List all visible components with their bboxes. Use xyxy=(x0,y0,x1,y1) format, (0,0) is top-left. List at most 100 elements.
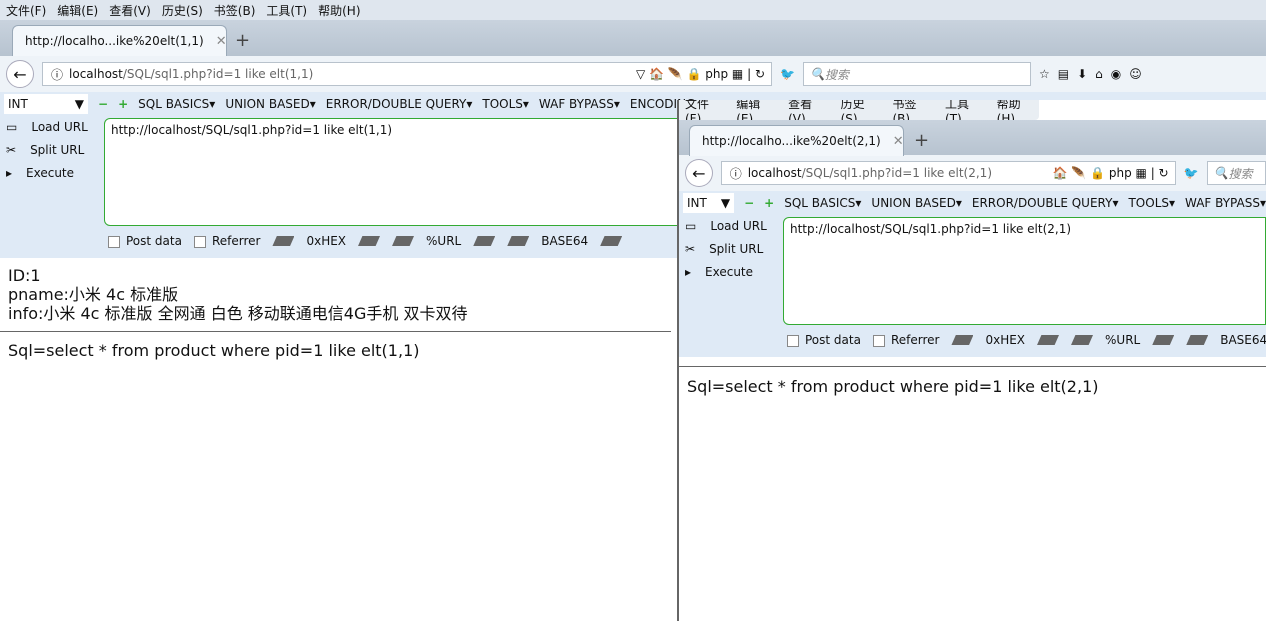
menu-tools[interactable]: TOOLS▾ xyxy=(1128,196,1175,210)
load-url-label: Load URL xyxy=(710,219,767,233)
url-encode-arrow[interactable] xyxy=(473,236,496,246)
back-button[interactable]: ← xyxy=(6,60,34,88)
addon-icon[interactable]: 🐦 xyxy=(1184,166,1199,180)
bookmark-star-icon[interactable]: ☆ xyxy=(1039,67,1050,81)
search-icon: 🔍 xyxy=(1213,166,1229,180)
load-url-button[interactable]: ▭ Load URL xyxy=(6,120,88,134)
execute-label: Execute xyxy=(705,265,754,279)
plus-icon[interactable]: + xyxy=(764,196,774,210)
addon-icon[interactable]: 🐦 xyxy=(780,67,795,81)
globe-icon[interactable]: ◉ xyxy=(1111,67,1121,81)
tab-active[interactable]: http://localho...ike%20elt(1,1) ✕ xyxy=(12,25,227,56)
tab-bar: http://localho...ike%20elt(1,1) ✕ + xyxy=(0,20,1266,56)
addon-icons: 🏠 🪶 🔒 php ▦ | ↻ xyxy=(1052,166,1169,180)
play-icon: ▸ xyxy=(6,166,13,180)
type-select[interactable]: INT ▼ xyxy=(4,94,88,114)
menu-bookmarks[interactable]: 书签(B) xyxy=(214,2,256,19)
b64-decode-arrow[interactable] xyxy=(507,236,530,246)
menu-error-double-query[interactable]: ERROR/DOUBLE QUERY▾ xyxy=(972,196,1119,210)
url-decode-arrow[interactable] xyxy=(392,236,415,246)
hackbar: INT ▼ − + SQL BASICS▾ UNION BASED▾ ERROR/DOU… xyxy=(679,191,1266,357)
menu-waf-bypass[interactable]: WAF BYPASS▾ xyxy=(1185,196,1266,210)
b64-label: BASE64 xyxy=(1220,333,1266,347)
load-url-button[interactable]: ▭ Load URL xyxy=(685,219,767,233)
split-url-label: Split URL xyxy=(709,242,764,256)
menu-help[interactable]: 帮助(H) xyxy=(318,2,360,19)
info-icon: ⓘ xyxy=(51,67,64,82)
url-host: localhost xyxy=(747,166,802,180)
play-icon: ▸ xyxy=(685,265,692,279)
execute-button[interactable]: ▸ Execute xyxy=(685,265,767,279)
menu-file[interactable]: 文件(F) xyxy=(6,2,46,19)
post-data-checkbox[interactable]: Post data xyxy=(787,333,861,347)
menu-sql-basics[interactable]: SQL BASICS▾ xyxy=(784,196,861,210)
menu-bar: 文件(F) 编辑(E) 查看(V) 历史(S) 书签(B) 工具(T) 帮助(H) xyxy=(679,100,1039,126)
url-label: %URL xyxy=(426,234,462,248)
close-icon[interactable]: ✕ xyxy=(893,134,904,149)
search-icon: 🔍 xyxy=(809,67,825,81)
load-url-icon: ▭ xyxy=(685,219,697,233)
menu-error-double-query[interactable]: ERROR/DOUBLE QUERY▾ xyxy=(326,97,473,111)
post-data-checkbox[interactable]: Post data xyxy=(108,234,182,248)
addon-icons: ▽ 🏠 🪶 🔒 php ▦ | ↻ xyxy=(635,67,765,81)
home-icon[interactable]: ⌂ xyxy=(1095,67,1103,81)
menu-tools[interactable]: 工具(T) xyxy=(266,2,307,19)
sql-query-text: Sql=select * from product where pid=1 li… xyxy=(687,377,1099,396)
load-url-label: Load URL xyxy=(31,120,88,134)
search-placeholder: 搜索 xyxy=(824,67,849,82)
hex-encode-arrow[interactable] xyxy=(1037,335,1060,345)
referrer-checkbox[interactable]: Referrer xyxy=(193,234,260,248)
url-encode-arrow[interactable] xyxy=(1152,335,1175,345)
url-bar[interactable]: ⓘ localhost/SQL/sql1.php?id=1 like elt(2,… xyxy=(720,161,1176,185)
post-data-label: Post data xyxy=(126,234,182,248)
menu-edit[interactable]: 编辑(E) xyxy=(57,2,98,19)
hex-decode-arrow[interactable] xyxy=(272,236,295,246)
load-url-icon: ▭ xyxy=(6,120,18,134)
url-label: %URL xyxy=(1105,333,1141,347)
split-url-button[interactable]: ✂ Split URL xyxy=(6,143,88,157)
minus-icon[interactable]: − xyxy=(744,196,754,210)
scissors-icon: ✂ xyxy=(6,143,17,157)
menu-history[interactable]: 历史(S) xyxy=(162,2,203,19)
url-bar[interactable]: ⓘ localhost/SQL/sql1.php?id=1 like elt(1,… xyxy=(42,62,772,86)
new-tab-button[interactable]: + xyxy=(914,130,929,151)
menu-union-based[interactable]: UNION BASED▾ xyxy=(871,196,961,210)
execute-button[interactable]: ▸ Execute xyxy=(6,166,88,180)
url-decode-arrow[interactable] xyxy=(1071,335,1094,345)
menu-waf-bypass[interactable]: WAF BYPASS▾ xyxy=(539,97,620,111)
split-url-button[interactable]: ✂ Split URL xyxy=(685,242,767,256)
palette-icon[interactable]: ☺ xyxy=(1129,67,1142,81)
new-tab-button[interactable]: + xyxy=(235,30,250,51)
menu-union-based[interactable]: UNION BASED▾ xyxy=(225,97,315,111)
back-button[interactable]: ← xyxy=(685,159,713,187)
split-url-label: Split URL xyxy=(30,143,85,157)
hex-decode-arrow[interactable] xyxy=(951,335,974,345)
search-input[interactable]: 🔍 搜索 xyxy=(802,62,1031,86)
url-path: /SQL/sql1.php?id=1 like elt(2,1) xyxy=(801,166,992,180)
nav-bar: ← ⓘ localhost/SQL/sql1.php?id=1 like elt(… xyxy=(679,155,1266,191)
b64-encode-arrow[interactable] xyxy=(600,236,623,246)
menu-view[interactable]: 查看(V) xyxy=(109,2,151,19)
menu-sql-basics[interactable]: SQL BASICS▾ xyxy=(138,97,215,111)
b64-decode-arrow[interactable] xyxy=(1186,335,1209,345)
search-input[interactable]: 🔍 搜索 xyxy=(1206,161,1266,185)
nav-bar: ← ⓘ localhost/SQL/sql1.php?id=1 like elt(… xyxy=(0,56,1266,92)
type-select-value: INT xyxy=(8,97,28,111)
hex-label: 0xHEX xyxy=(306,234,347,248)
minus-icon[interactable]: − xyxy=(98,97,108,111)
hex-encode-arrow[interactable] xyxy=(358,236,381,246)
url-path: /SQL/sql1.php?id=1 like elt(1,1) xyxy=(122,67,314,81)
execute-label: Execute xyxy=(26,166,75,180)
reader-icon[interactable]: ▤ xyxy=(1058,67,1069,81)
close-icon[interactable]: ✕ xyxy=(216,34,227,49)
tab-active[interactable]: http://localho...ike%20elt(2,1) ✕ xyxy=(689,125,904,156)
url-textarea[interactable]: http://localhost/SQL/sql1.php?id=1 like … xyxy=(783,217,1266,325)
plus-icon[interactable]: + xyxy=(118,97,128,111)
tab-title: http://localho...ike%20elt(1,1) xyxy=(25,34,204,48)
menu-tools[interactable]: TOOLS▾ xyxy=(482,97,529,111)
download-icon[interactable]: ⬇ xyxy=(1077,67,1087,81)
browser-window-right: 文件(F) 编辑(E) 查看(V) 历史(S) 书签(B) 工具(T) 帮助(H) http… xyxy=(677,100,1266,621)
type-select[interactable]: INT ▼ xyxy=(683,193,735,213)
referrer-checkbox[interactable]: Referrer xyxy=(872,333,940,347)
referrer-label: Referrer xyxy=(890,333,940,347)
